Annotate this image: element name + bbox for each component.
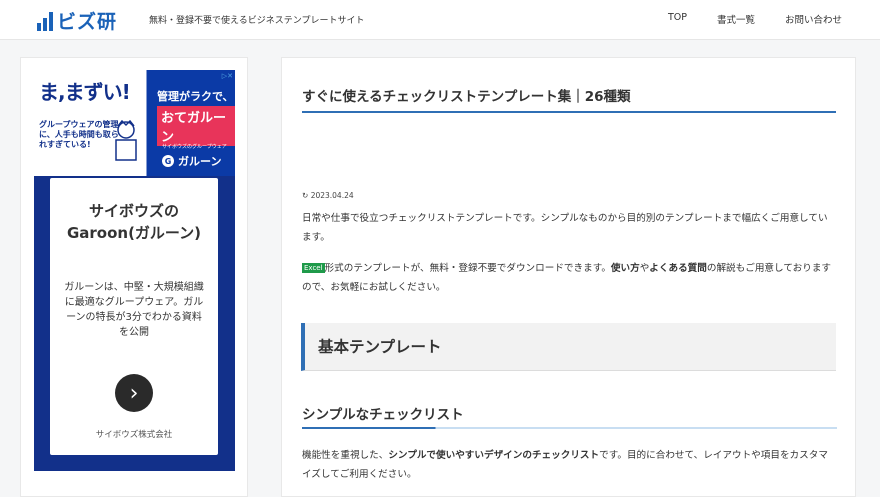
- intro-paragraph: 日常や仕事で役立つチェックリストテンプレートです。シンプルなものから目的別のテン…: [302, 213, 828, 243]
- sidebar: ま,まずい! グループウェアの管理に、人手も時間も取られすぎている! 管理がラク…: [20, 57, 248, 497]
- p3-text-a: 機能性を重視した、: [302, 450, 389, 461]
- simple-checklist-paragraph: 機能性を重視した、シンプルで使いやすいデザインのチェックリストです。目的に合わせ…: [302, 446, 837, 484]
- subsection-heading: シンプルなチェックリスト: [302, 407, 464, 423]
- ad-card-description: ガルーンは、中堅・大規模組織に最適なグループウェア。ガルーンの特長が3分でわかる…: [64, 282, 204, 338]
- ad-choices-icon[interactable]: ▷✕: [222, 72, 233, 80]
- logo-text: ビズ研: [57, 11, 118, 33]
- p2-text-c: や: [639, 263, 650, 274]
- ad-banner[interactable]: ま,まずい! グループウェアの管理に、人手も時間も取られすぎている! 管理がラク…: [34, 70, 235, 176]
- chevron-right-icon[interactable]: ›: [115, 374, 153, 412]
- update-icon: ↻: [302, 191, 309, 200]
- ad-headline: ま,まずい!: [39, 80, 131, 104]
- ad-card-title: サイボウズのGaroon(ガルーン): [66, 202, 202, 242]
- p2-faq: よくある質問: [649, 263, 707, 274]
- section-heading: 基本テンプレート: [301, 323, 836, 371]
- p2-howto: 使い方: [610, 263, 640, 274]
- nav-formats[interactable]: 書式一覧: [717, 12, 755, 26]
- garoon-logo-icon: G: [162, 155, 174, 167]
- main-content: すぐに使えるチェックリストテンプレート集｜26種類 ↻ 2023.04.24 日…: [281, 57, 856, 497]
- p3-text-b: シンプルで使いやすいデザインのチェックリスト: [388, 450, 600, 461]
- ad-card[interactable]: サイボウズのGaroon(ガルーン) ガルーンは、中堅・大規模組織に最適なグルー…: [50, 178, 218, 455]
- page-title: すぐに使えるチェックリストテンプレート集｜26種類: [302, 85, 836, 113]
- site-header: ビズ研 無料・登録不要で使えるビジネステンプレートサイト TOP 書式一覧 お問…: [0, 0, 880, 40]
- sidebar-ad[interactable]: ま,まずい! グループウェアの管理に、人手も時間も取られすぎている! 管理がラク…: [34, 70, 235, 471]
- update-date: ↻ 2023.04.24: [302, 191, 354, 200]
- site-logo[interactable]: ビズ研: [37, 7, 117, 34]
- nav-top[interactable]: TOP: [668, 12, 687, 26]
- date-text: 2023.04.24: [310, 191, 354, 200]
- ad-brand-logo: G ガルーン: [162, 153, 221, 169]
- ad-company: サイボウズ株式会社: [95, 430, 173, 440]
- person-illustration-icon: [115, 120, 137, 161]
- format-paragraph: Excel 形式のテンプレートが、無料・登録不要でダウンロードできます。使い方やよ…: [302, 259, 837, 297]
- site-tagline: 無料・登録不要で使えるビジネステンプレートサイト: [149, 16, 365, 26]
- ad-subtext: グループウェアの管理に、人手も時間も取られすぎている!: [39, 120, 119, 149]
- ad-right-line1: 管理がラクで、: [157, 90, 234, 103]
- subsection-underline: [302, 427, 837, 429]
- ad-right-line2: おてガルーン: [157, 106, 235, 146]
- nav-contact[interactable]: お問い合わせ: [785, 12, 842, 26]
- ad-brand-name: ガルーン: [178, 155, 222, 168]
- excel-badge: Excel: [302, 263, 325, 273]
- ad-brand-caption: サイボウズのグループウェア: [162, 144, 227, 150]
- bar-chart-icon: [37, 11, 53, 31]
- main-nav: TOP 書式一覧 お問い合わせ: [668, 12, 842, 26]
- p2-text-a: 形式のテンプレートが、無料・登録不要でダウンロードできます。: [324, 263, 611, 274]
